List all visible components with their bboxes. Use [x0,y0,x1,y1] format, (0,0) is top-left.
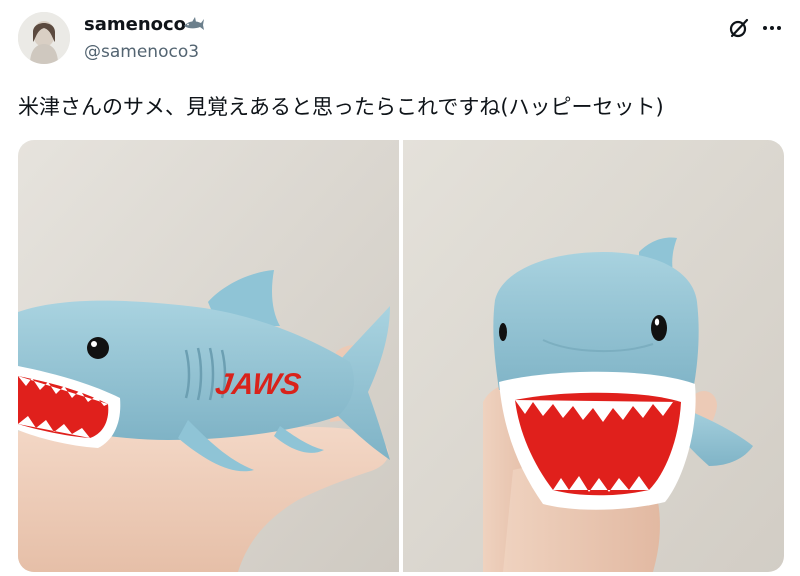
avatar-image [18,12,70,64]
tweet: samenoco @samenoco3 米津さんのサメ、見覚えあると思ったらこれ… [0,0,800,576]
shark-icon [184,17,204,30]
jaws-logo-text: JAWS [213,368,303,401]
photo-shark-toy-side[interactable]: JAWS [18,140,399,572]
media-grid: JAWS [18,140,784,572]
author-handle[interactable]: @samenoco3 [84,42,199,62]
photo-shark-toy-front[interactable] [403,140,784,572]
grok-icon[interactable] [727,16,751,40]
more-dots-icon[interactable] [760,18,784,38]
tweet-text: 米津さんのサメ、見覚えあると思ったらこれですね(ハッピーセット) [18,95,664,119]
avatar[interactable] [18,12,70,64]
author-display-name[interactable]: samenoco [84,14,186,35]
